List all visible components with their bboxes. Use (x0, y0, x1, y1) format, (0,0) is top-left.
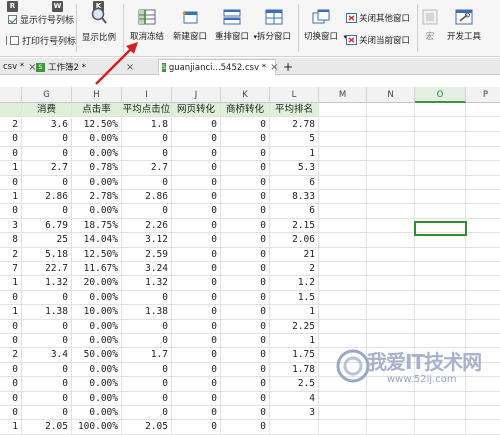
watermark-logo-icon (336, 349, 370, 383)
cell[interactable] (367, 406, 415, 421)
cell[interactable]: 2.05 (122, 420, 172, 435)
watermark-url: www.52ij.com (387, 374, 457, 385)
watermark-title: 我爱IT技术网 (367, 350, 482, 374)
cell[interactable]: 2.05 (22, 420, 72, 435)
cell[interactable]: 0 (172, 406, 221, 421)
cell[interactable] (466, 420, 500, 435)
cell[interactable]: 3 (270, 406, 319, 421)
cell[interactable] (270, 420, 319, 435)
cell[interactable] (319, 420, 367, 435)
cell[interactable]: 100.00% (72, 420, 122, 435)
cell[interactable] (367, 420, 415, 435)
cell[interactable] (415, 420, 466, 435)
cell[interactable]: 0 (221, 406, 270, 421)
cell[interactable] (415, 406, 466, 421)
cell[interactable]: 1 (0, 420, 22, 435)
cell[interactable]: 0 (221, 420, 270, 435)
cell[interactable]: 0 (122, 406, 172, 421)
cell[interactable] (319, 406, 367, 421)
cell[interactable]: 0 (0, 406, 22, 421)
watermark: 我爱IT技术网 www.52ij.com (335, 340, 500, 402)
cell[interactable]: 0 (22, 406, 72, 421)
cell[interactable]: 0.00% (72, 406, 122, 421)
cell[interactable]: 0 (172, 420, 221, 435)
cell[interactable] (466, 406, 500, 421)
table-row: 1 2.05 100.00% 2.05 0 0 (0, 420, 500, 435)
table-row: 0 0 0.00% 0 0 0 3 (0, 406, 500, 421)
